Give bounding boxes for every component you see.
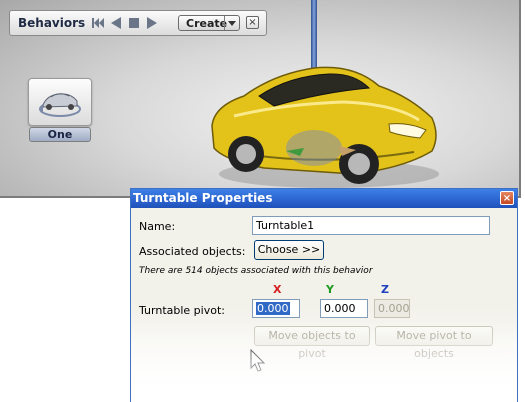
3d-viewport[interactable]: Behaviors Create × One bbox=[0, 0, 521, 198]
axis-z-label: Z bbox=[381, 283, 389, 296]
behaviors-title: Behaviors bbox=[18, 16, 86, 30]
associated-count-text: There are 514 objects associated with th… bbox=[139, 266, 373, 276]
associated-objects-label: Associated objects: bbox=[139, 245, 246, 258]
create-dropdown-button[interactable]: Create bbox=[178, 15, 240, 31]
play-icon[interactable] bbox=[145, 16, 159, 30]
move-pivot-to-objects-button[interactable]: Move pivot to objects bbox=[375, 326, 493, 360]
axis-y-label: Y bbox=[326, 283, 334, 296]
pivot-z-field: 0.000 bbox=[374, 299, 410, 318]
name-label: Name: bbox=[139, 220, 176, 233]
move-objects-to-pivot-button[interactable]: Move objects to pivot bbox=[254, 326, 370, 360]
close-panel-button[interactable]: × bbox=[246, 16, 259, 29]
step-back-icon[interactable] bbox=[109, 16, 123, 30]
name-field[interactable]: Turntable1 bbox=[252, 216, 490, 235]
choose-objects-button[interactable]: Choose >> bbox=[254, 240, 324, 260]
pivot-x-field[interactable]: 0.000 bbox=[252, 299, 300, 318]
dialog-titlebar[interactable]: Turntable Properties × bbox=[131, 189, 517, 208]
dialog-title: Turntable Properties bbox=[133, 191, 273, 205]
axis-x-label: X bbox=[273, 283, 282, 296]
turntable-car-icon bbox=[39, 93, 81, 117]
create-label: Create bbox=[186, 17, 228, 30]
car-model[interactable] bbox=[204, 56, 444, 196]
chevron-down-icon[interactable] bbox=[224, 16, 239, 30]
skip-to-start-icon[interactable] bbox=[91, 16, 105, 30]
turntable-pivot-label: Turntable pivot: bbox=[139, 304, 225, 317]
behavior-name-label[interactable]: One bbox=[29, 127, 91, 142]
behaviors-toolbar: Behaviors Create × bbox=[9, 10, 267, 36]
dialog-close-button[interactable]: × bbox=[500, 191, 514, 205]
turntable-properties-dialog: Turntable Properties × Name: Turntable1 … bbox=[130, 188, 518, 402]
pivot-x-value: 0.000 bbox=[256, 302, 290, 315]
stop-icon[interactable] bbox=[127, 16, 141, 30]
mouse-cursor-icon bbox=[250, 349, 266, 372]
pivot-y-field[interactable]: 0.000 bbox=[320, 299, 368, 318]
turntable-behavior-tile[interactable] bbox=[28, 78, 92, 126]
